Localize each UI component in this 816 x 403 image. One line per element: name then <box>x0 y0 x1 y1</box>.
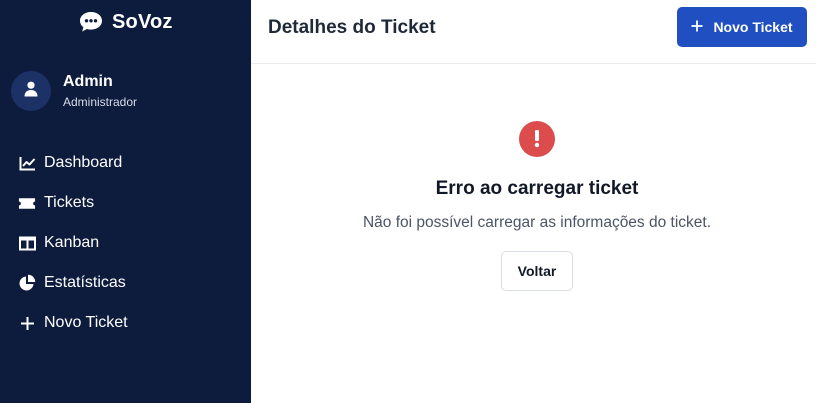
sidebar-nav: Dashboard Tickets Kanban Estatísticas No… <box>18 143 128 343</box>
sidebar-item-label: Estatísticas <box>44 274 126 291</box>
pie-chart-icon <box>18 274 36 292</box>
sidebar-item-dashboard[interactable]: Dashboard <box>18 143 128 183</box>
ticket-icon <box>18 194 36 212</box>
topbar: Detalhes do Ticket Novo Ticket <box>251 0 816 64</box>
back-button[interactable]: Voltar <box>501 251 573 291</box>
plus-icon <box>691 19 703 35</box>
sidebar-item-label: Novo Ticket <box>44 314 128 331</box>
sidebar-item-estatisticas[interactable]: Estatísticas <box>18 263 128 303</box>
page-title: Detalhes do Ticket <box>268 17 436 38</box>
main-content: Erro ao carregar ticket Não foi possível… <box>251 65 816 403</box>
columns-icon <box>18 234 36 252</box>
error-message: Não foi possível carregar as informações… <box>362 214 712 231</box>
sidebar-item-kanban[interactable]: Kanban <box>18 223 128 263</box>
brand[interactable]: SoVoz <box>78 10 173 34</box>
user-role: Administrador <box>63 94 138 109</box>
error-title: Erro ao carregar ticket <box>435 178 639 199</box>
user-profile: Admin Administrador <box>11 71 137 111</box>
brand-name: SoVoz <box>112 10 173 33</box>
avatar <box>11 71 51 111</box>
sidebar-item-label: Dashboard <box>44 154 123 171</box>
new-ticket-button[interactable]: Novo Ticket <box>677 7 807 47</box>
plus-icon <box>18 314 36 332</box>
sidebar: SoVoz Admin Administrador Dashboard Tick… <box>0 0 251 403</box>
chart-line-icon <box>18 154 36 172</box>
user-icon <box>24 81 38 102</box>
sidebar-item-tickets[interactable]: Tickets <box>18 183 128 223</box>
sidebar-item-novo-ticket[interactable]: Novo Ticket <box>18 303 128 343</box>
speech-bubble-icon <box>78 10 104 34</box>
new-ticket-label: Novo Ticket <box>713 19 793 35</box>
sidebar-item-label: Tickets <box>44 194 95 211</box>
user-name: Admin <box>63 72 113 90</box>
sidebar-item-label: Kanban <box>44 234 100 251</box>
error-icon <box>519 121 555 157</box>
